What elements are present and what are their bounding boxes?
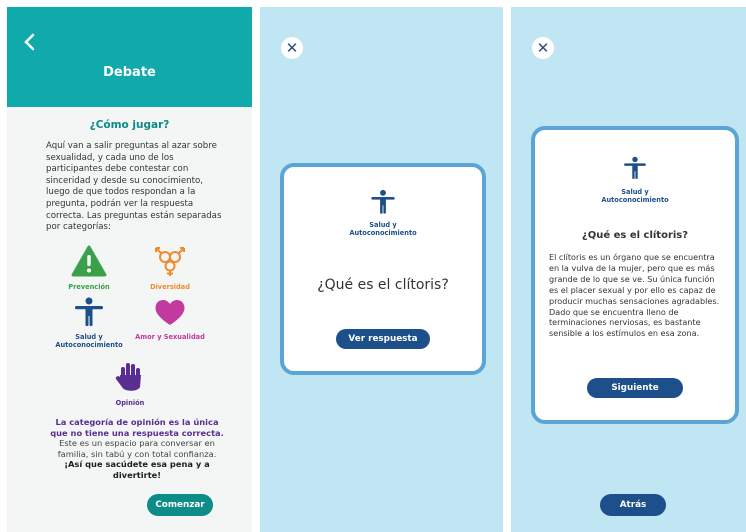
closing-text: ¡Así que sacúdete esa pena y a divertirt… — [64, 459, 210, 480]
header-wave — [7, 79, 252, 105]
back-button[interactable]: Atrás — [600, 494, 666, 516]
close-icon[interactable]: ✕ — [532, 37, 554, 59]
category-prevention: Prevención — [44, 245, 134, 291]
category-love: Amor y Sexualidad — [125, 297, 215, 341]
person-icon — [624, 156, 646, 179]
answer-text: El clítoris es un órgano que se encuentr… — [549, 252, 720, 339]
page-title: Debate — [103, 65, 156, 80]
category-opinion: Opinión — [85, 361, 175, 407]
warning-icon — [71, 245, 107, 277]
instructions-text: Aquí van a salir preguntas al azar sobre… — [46, 141, 222, 233]
next-button[interactable]: Siguiente — [587, 378, 683, 398]
gender-symbols-icon — [155, 247, 185, 276]
close-icon[interactable]: ✕ — [281, 37, 303, 59]
opinion-body-text: Este es un espacio para conversar en fam… — [57, 438, 217, 459]
question-text: ¿Qué es el clítoris? — [317, 277, 449, 293]
question-card: Salud y Autoconocimiento ¿Qué es el clít… — [280, 163, 486, 375]
category-diversity: Diversidad — [125, 245, 215, 291]
instructions-screen: Debate ¿Cómo jugar? Aquí van a salir pre… — [7, 7, 252, 532]
how-to-play-heading: ¿Cómo jugar? — [89, 119, 170, 131]
person-icon — [371, 189, 395, 214]
question-text: ¿Qué es el clítoris? — [581, 230, 689, 241]
show-answer-button[interactable]: Ver respuesta — [336, 329, 430, 349]
answer-screen: ✕ Salud y Autoconocimiento ¿Qué es el cl… — [511, 7, 746, 532]
category-health: Salud y Autoconocimiento — [44, 297, 134, 349]
back-icon[interactable] — [19, 31, 43, 55]
heart-icon — [155, 299, 185, 325]
start-button[interactable]: Comenzar — [147, 494, 213, 516]
opinion-info: La categoría de opinión es la única que … — [47, 417, 227, 481]
category-label: Salud y Autoconocimiento — [601, 188, 669, 204]
opinion-highlight-text: La categoría de opinión es la única que … — [50, 417, 224, 438]
hand-icon — [115, 363, 141, 391]
question-screen: ✕ Salud y Autoconocimiento ¿Qué es el cl… — [260, 7, 503, 532]
category-label: Salud y Autoconocimiento — [349, 221, 417, 237]
answer-card: Salud y Autoconocimiento ¿Qué es el clít… — [531, 126, 739, 424]
person-icon — [75, 297, 103, 326]
